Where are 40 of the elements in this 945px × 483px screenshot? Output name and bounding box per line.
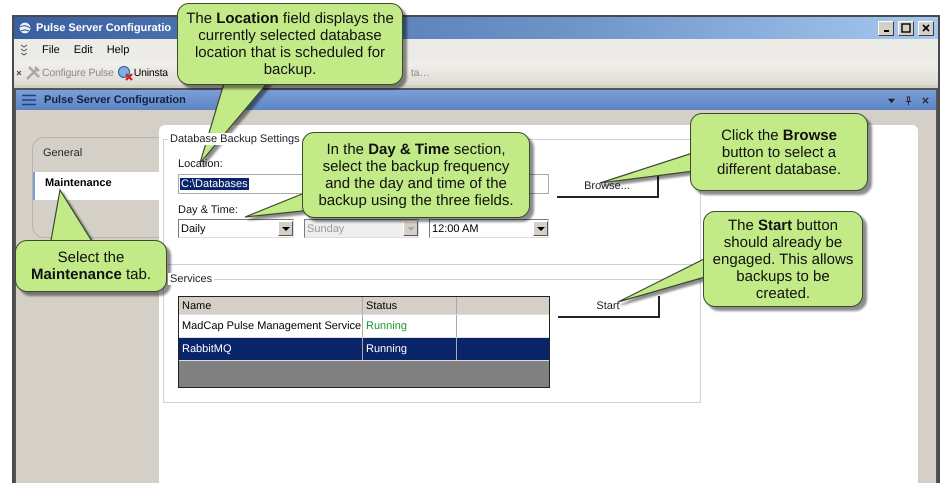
table-row[interactable]: RabbitMQ Running	[179, 338, 549, 361]
group-title: Database Backup Settings	[168, 133, 302, 145]
close-icon	[921, 23, 931, 33]
field-label: Location:	[178, 158, 223, 170]
table-row[interactable]: MadCap Pulse Management Service Running	[179, 315, 549, 338]
minimize-button[interactable]	[878, 20, 894, 36]
chevron-icon[interactable]	[20, 44, 28, 56]
toolbar-button[interactable]: Uninsta	[116, 65, 168, 81]
column-header[interactable]: Name	[179, 297, 363, 314]
tab[interactable]: General	[33, 142, 159, 170]
start-button[interactable]: Start	[558, 296, 660, 318]
maximize-icon	[901, 23, 911, 33]
globe-icon	[18, 21, 32, 35]
callout: Click the Browse button to select a different database.	[690, 113, 868, 191]
group-title: Services	[168, 273, 214, 285]
minimize-icon	[884, 30, 888, 32]
caret-icon	[536, 226, 544, 232]
column-header[interactable]: Status	[363, 297, 457, 314]
dropdown[interactable]: 12:00 AM	[429, 219, 549, 238]
panel-title: Pulse Server Configuration	[44, 94, 186, 106]
close-button[interactable]	[918, 20, 934, 36]
globe-icon	[116, 65, 133, 81]
wrench-icon	[25, 65, 41, 81]
field-label: Day & Time:	[178, 204, 238, 216]
window-title: Pulse Server Configuratio	[36, 22, 172, 34]
menu-item[interactable]: Edit	[74, 44, 93, 56]
menu-item[interactable]: Help	[106, 44, 130, 56]
dropdown[interactable]: Daily	[178, 219, 294, 238]
close-icon[interactable]	[921, 96, 930, 104]
caret-icon	[406, 226, 414, 232]
close-icon[interactable]	[16, 70, 22, 76]
caret-icon	[282, 226, 290, 232]
callout: In the Day & Time section, select the backup frequency and the day and time of the backup using the three fields.	[302, 132, 530, 218]
dropdown-icon[interactable]	[887, 96, 896, 104]
browse-button[interactable]: Browse...	[557, 176, 659, 198]
maximize-button[interactable]	[898, 20, 914, 36]
menu-item[interactable]: File	[42, 44, 60, 56]
menu-icon[interactable]	[22, 94, 36, 106]
tab[interactable]: Maintenance	[33, 172, 159, 200]
pin-icon[interactable]	[904, 96, 913, 104]
